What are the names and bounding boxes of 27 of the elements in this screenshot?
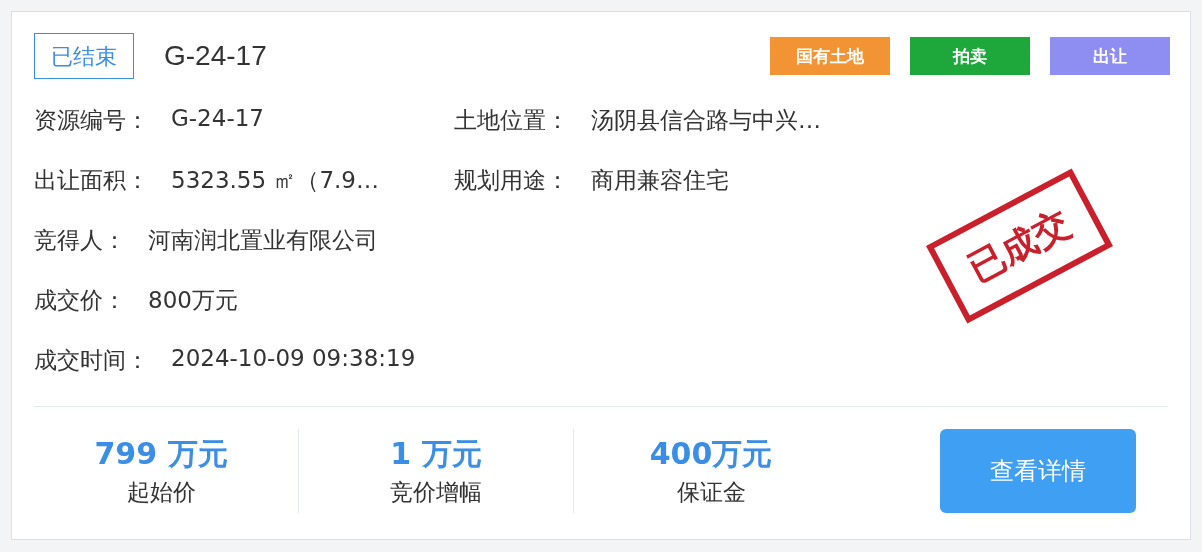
status-tag: 已结束 (34, 33, 134, 79)
field-value: G-24-17 (171, 104, 264, 133)
field-value: 河南润北置业有限公司 (148, 225, 378, 255)
field-label: 出让面积： (34, 165, 149, 195)
field-label: 竞得人： (34, 225, 126, 255)
field-value: 汤阴县信合路与中兴… (591, 105, 821, 135)
plot-title: G-24-17 (164, 40, 267, 72)
field-value: 5323.55 ㎡（7.9… (171, 165, 379, 195)
field-value: 800万元 (148, 285, 238, 315)
field-label: 成交价： (34, 285, 126, 315)
field-value: 商用兼容住宅 (591, 165, 729, 195)
details-button[interactable]: 查看详情 (940, 428, 1136, 513)
stat-label: 竞价增幅 (390, 477, 482, 507)
field-value: 2024-10-09 09:38:19 (171, 344, 416, 373)
stat-value: 799 万元 (94, 434, 228, 473)
field-label: 土地位置： (454, 105, 569, 135)
stat-value: 400万元 (649, 434, 773, 473)
stat-label: 起始价 (126, 477, 196, 507)
field-label: 规划用途： (454, 165, 569, 195)
category-tag: 出让 (1050, 37, 1170, 75)
stat-label: 保证金 (676, 477, 746, 507)
field-label: 成交时间： (34, 345, 149, 375)
category-tag: 国有土地 (770, 37, 890, 75)
field-label: 资源编号： (34, 105, 149, 135)
deal-stamp: 已成交 (926, 168, 1113, 324)
category-tag: 拍卖 (910, 37, 1030, 75)
stat-value: 1 万元 (390, 434, 482, 473)
